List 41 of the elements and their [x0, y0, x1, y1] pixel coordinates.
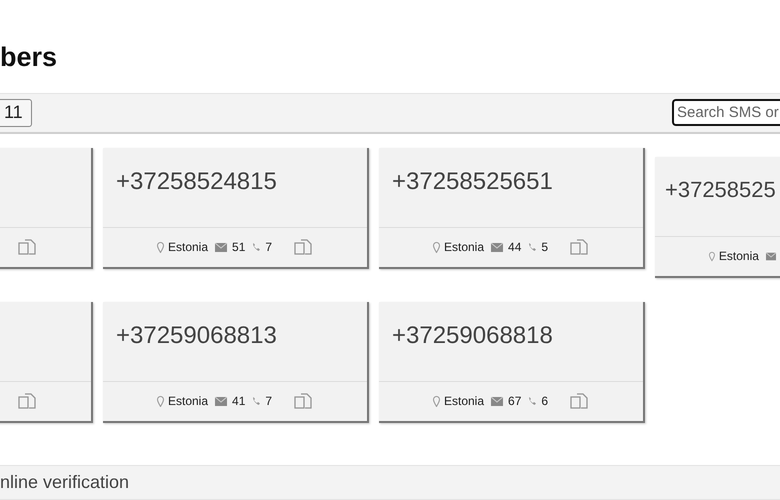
call-count: 7	[265, 240, 272, 254]
phone-icon	[252, 242, 262, 252]
phone-number: +37259068813	[116, 322, 277, 349]
phone-number: +37258525	[665, 176, 776, 202]
envelope-icon	[491, 396, 504, 406]
country-label: Estonia	[444, 240, 484, 254]
call-count: 7	[265, 394, 272, 408]
location-pin-icon	[709, 250, 715, 262]
search-field[interactable]: Search SMS or	[672, 99, 780, 126]
location-pin-icon	[157, 396, 164, 407]
country-label: Estonia	[168, 240, 208, 254]
sms-count: 67	[508, 394, 522, 408]
number-card[interactable]: +37258524815 Estonia 51 7	[103, 148, 369, 269]
number-card[interactable]: +37259068813 Estonia 41 7	[103, 302, 369, 423]
page-button[interactable]: 11	[0, 98, 32, 127]
envelope-icon	[215, 396, 228, 406]
envelope-icon	[766, 252, 776, 261]
sms-count: 44	[508, 240, 522, 254]
sms-count: 41	[232, 394, 246, 408]
country-label: Estonia	[168, 394, 208, 408]
phone-number: +37258524815	[116, 168, 277, 195]
location-pin-icon	[433, 396, 440, 407]
number-card[interactable]: +37258525651 Estonia 44 5	[379, 148, 645, 269]
location-pin-icon	[433, 242, 440, 253]
envelope-icon	[491, 242, 504, 252]
envelope-icon	[215, 242, 228, 252]
number-card[interactable]: +37258525 Estonia	[655, 156, 780, 278]
number-card[interactable]: +37259068818 Estonia 67 6	[379, 302, 645, 423]
call-count: 5	[541, 240, 548, 254]
phone-icon	[252, 396, 262, 406]
country-label: Estonia	[718, 249, 759, 264]
location-pin-icon	[157, 242, 164, 253]
page-heading: bers	[0, 41, 58, 74]
phone-icon	[528, 396, 538, 406]
phone-icon	[528, 242, 538, 252]
sms-count: 51	[232, 240, 246, 254]
section-title: nline verification	[0, 472, 130, 493]
country-label: Estonia	[444, 394, 484, 408]
phone-number: +37259068818	[392, 322, 553, 349]
phone-number: +37258525651	[392, 168, 553, 195]
call-count: 6	[541, 394, 548, 408]
